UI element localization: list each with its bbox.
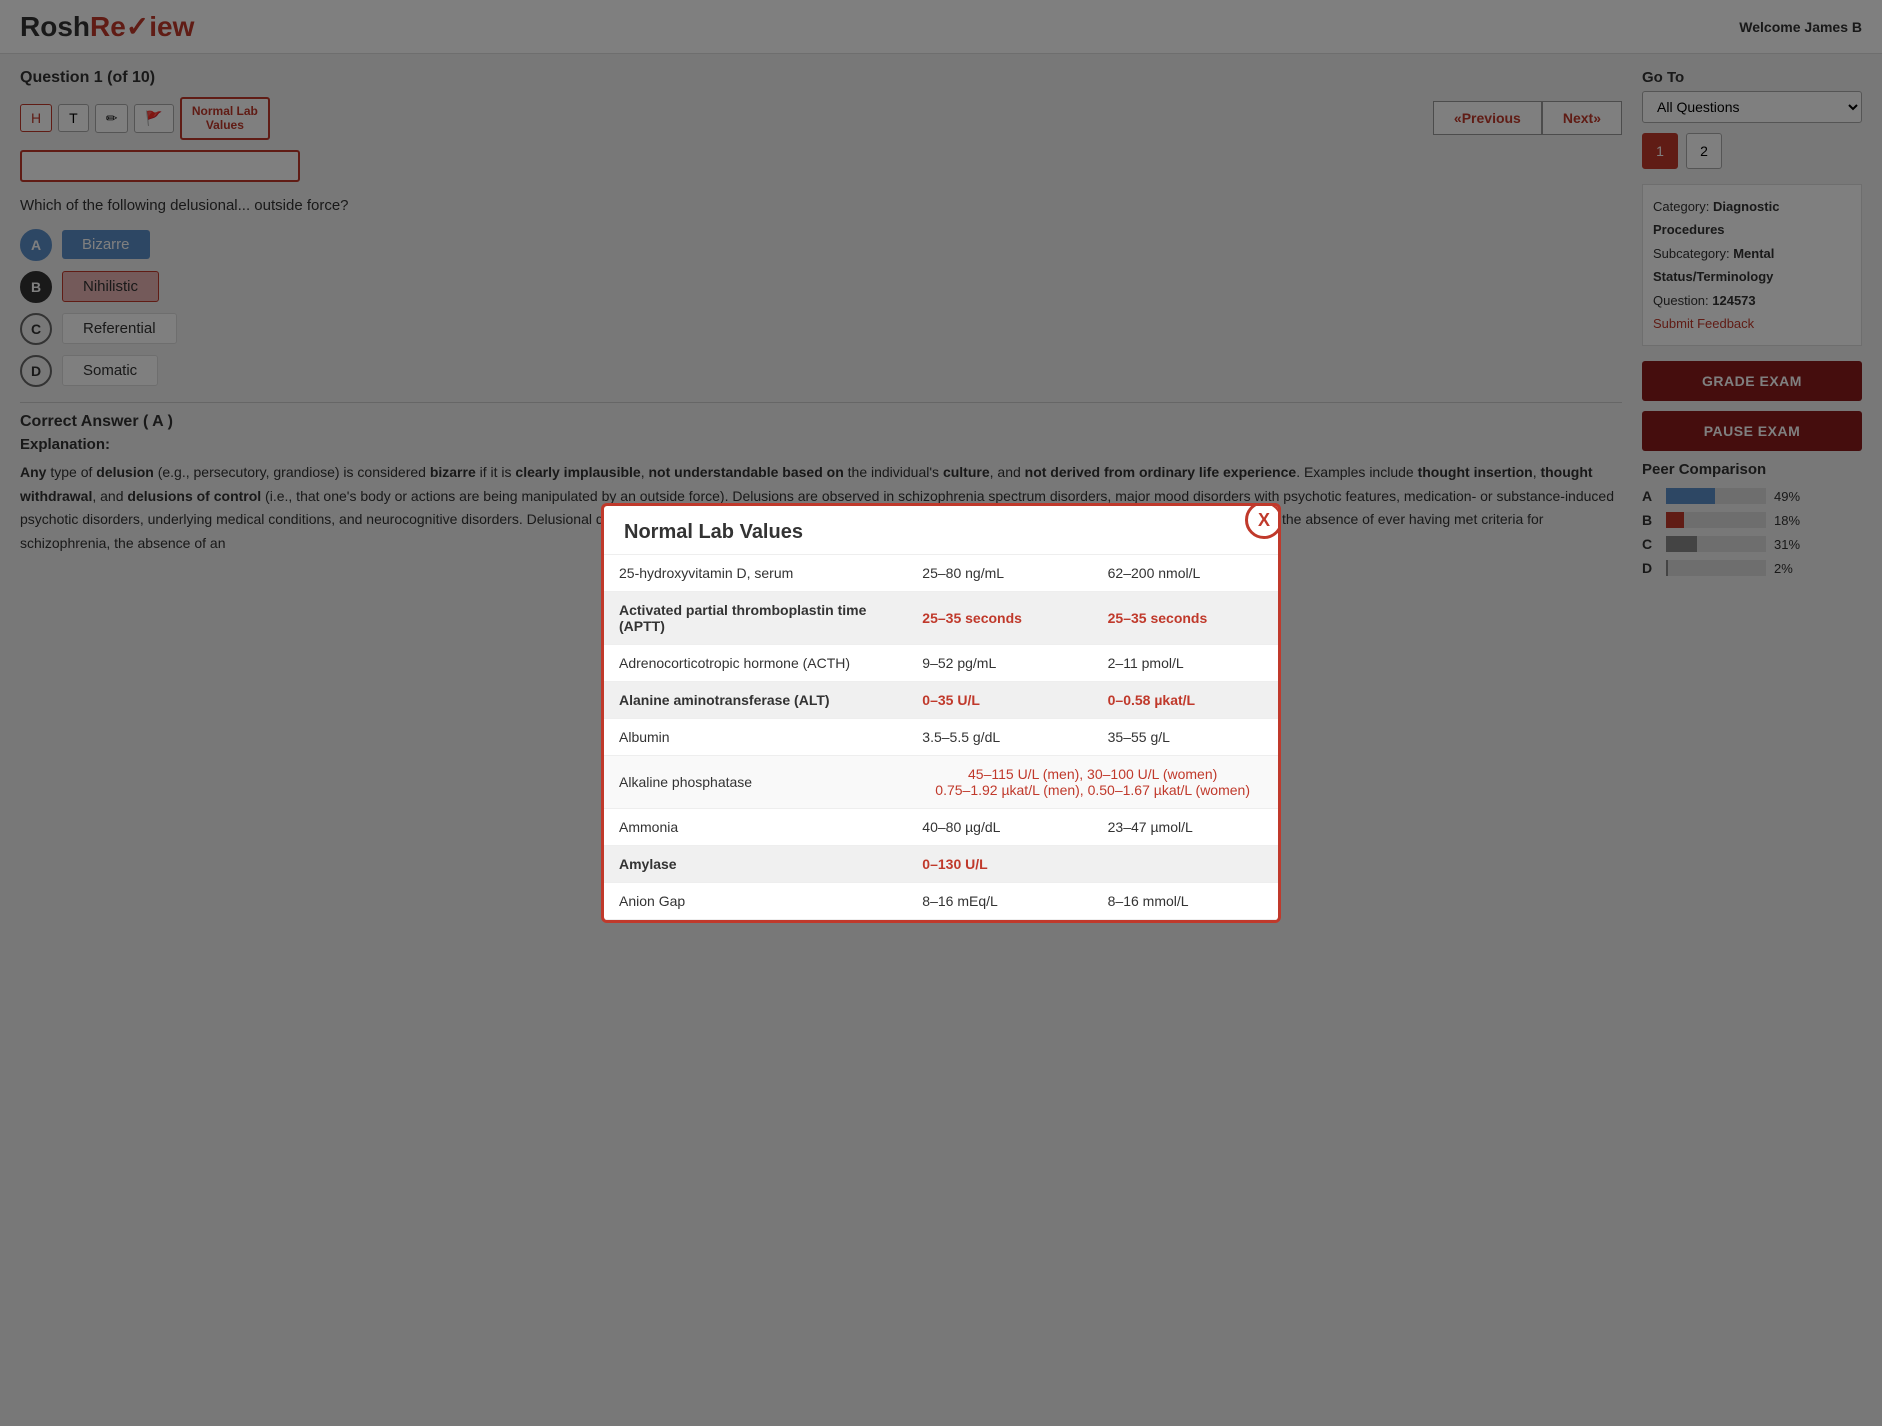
lab-row-acth: Adrenocorticotropic hormone (ACTH) 9–52 …	[604, 645, 1278, 682]
lab-row-ammonia: Ammonia 40–80 µg/dL 23–47 µmol/L	[604, 809, 1278, 846]
lab-name: Alanine aminotransferase (ALT)	[604, 682, 907, 719]
lab-val1: 40–80 µg/dL	[907, 809, 1092, 846]
lab-row-25hyd: 25-hydroxyvitamin D, serum 25–80 ng/mL 6…	[604, 555, 1278, 592]
lab-val1: 0–130 U/L	[907, 846, 1092, 883]
lab-row-alkphos: Alkaline phosphatase 45–115 U/L (men), 3…	[604, 756, 1278, 809]
modal-close-button[interactable]: X	[1245, 503, 1281, 539]
lab-val1: 0–35 U/L	[907, 682, 1092, 719]
normal-lab-values-modal: X Normal Lab Values 25-hydroxyvitamin D,…	[601, 503, 1281, 923]
lab-val1: 3.5–5.5 g/dL	[907, 719, 1092, 756]
lab-val1: 9–52 pg/mL	[907, 645, 1092, 682]
lab-name: 25-hydroxyvitamin D, serum	[604, 555, 907, 592]
lab-name: Alkaline phosphatase	[604, 756, 907, 809]
lab-val2: 62–200 nmol/L	[1093, 555, 1278, 592]
lab-val2: 8–16 mmol/L	[1093, 883, 1278, 920]
lab-name: Amylase	[604, 846, 907, 883]
lab-val2: 2–11 pmol/L	[1093, 645, 1278, 682]
lab-name: Adrenocorticotropic hormone (ACTH)	[604, 645, 907, 682]
lab-val2: 35–55 g/L	[1093, 719, 1278, 756]
lab-val2	[1093, 846, 1278, 883]
lab-name: Anion Gap	[604, 883, 907, 920]
modal-table-wrapper[interactable]: 25-hydroxyvitamin D, serum 25–80 ng/mL 6…	[604, 555, 1278, 920]
lab-val1: 25–80 ng/mL	[907, 555, 1092, 592]
lab-name: Activated partial thromboplastin time (A…	[604, 592, 907, 645]
lab-row-amylase: Amylase 0–130 U/L	[604, 846, 1278, 883]
lab-val1: 25–35 seconds	[907, 592, 1092, 645]
lab-row-aniongap: Anion Gap 8–16 mEq/L 8–16 mmol/L	[604, 883, 1278, 920]
lab-row-aptt: Activated partial thromboplastin time (A…	[604, 592, 1278, 645]
lab-val1: 8–16 mEq/L	[907, 883, 1092, 920]
lab-row-alt: Alanine aminotransferase (ALT) 0–35 U/L …	[604, 682, 1278, 719]
modal-overlay[interactable]: X Normal Lab Values 25-hydroxyvitamin D,…	[0, 0, 1882, 1426]
modal-title: Normal Lab Values	[604, 506, 1278, 555]
lab-row-albumin: Albumin 3.5–5.5 g/dL 35–55 g/L	[604, 719, 1278, 756]
lab-val2: 25–35 seconds	[1093, 592, 1278, 645]
lab-val2: 23–47 µmol/L	[1093, 809, 1278, 846]
lab-table: 25-hydroxyvitamin D, serum 25–80 ng/mL 6…	[604, 555, 1278, 920]
lab-name: Ammonia	[604, 809, 907, 846]
lab-val-combined: 45–115 U/L (men), 30–100 U/L (women)0.75…	[907, 756, 1278, 809]
lab-name: Albumin	[604, 719, 907, 756]
lab-val2: 0–0.58 µkat/L	[1093, 682, 1278, 719]
